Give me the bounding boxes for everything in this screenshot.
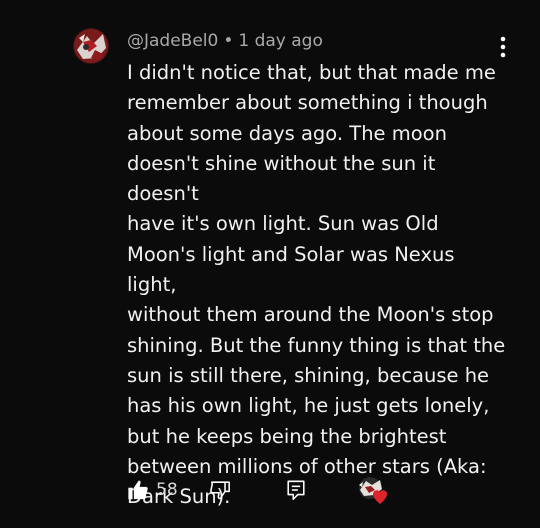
reply-button[interactable] xyxy=(285,474,307,506)
comment-text: I didn't notice that, but that made me r… xyxy=(127,61,506,509)
dislike-button[interactable] xyxy=(209,474,231,506)
creator-heart-icon xyxy=(359,477,387,504)
thumbs-down-icon xyxy=(210,481,230,500)
creator-heart-badge xyxy=(356,474,390,506)
avatar[interactable] xyxy=(73,28,109,64)
meta-separator: • xyxy=(223,31,234,51)
thumbs-up-icon xyxy=(128,480,148,500)
avatar-image xyxy=(73,28,109,64)
comment-header: @JadeBel0 • 1 day ago xyxy=(127,31,323,51)
like-count: 58 xyxy=(156,480,178,500)
comment-timestamp[interactable]: 1 day ago xyxy=(238,31,323,51)
reply-comment-icon xyxy=(287,480,305,500)
author-name[interactable]: @JadeBel0 xyxy=(127,31,218,51)
more-options-button[interactable] xyxy=(490,34,516,60)
comment-thread: @JadeBel0 • 1 day ago I didn't notice that… xyxy=(0,0,540,528)
like-button[interactable]: 58 xyxy=(127,474,178,506)
comment-actions: 58 xyxy=(127,474,407,506)
more-vert-icon xyxy=(500,36,506,58)
